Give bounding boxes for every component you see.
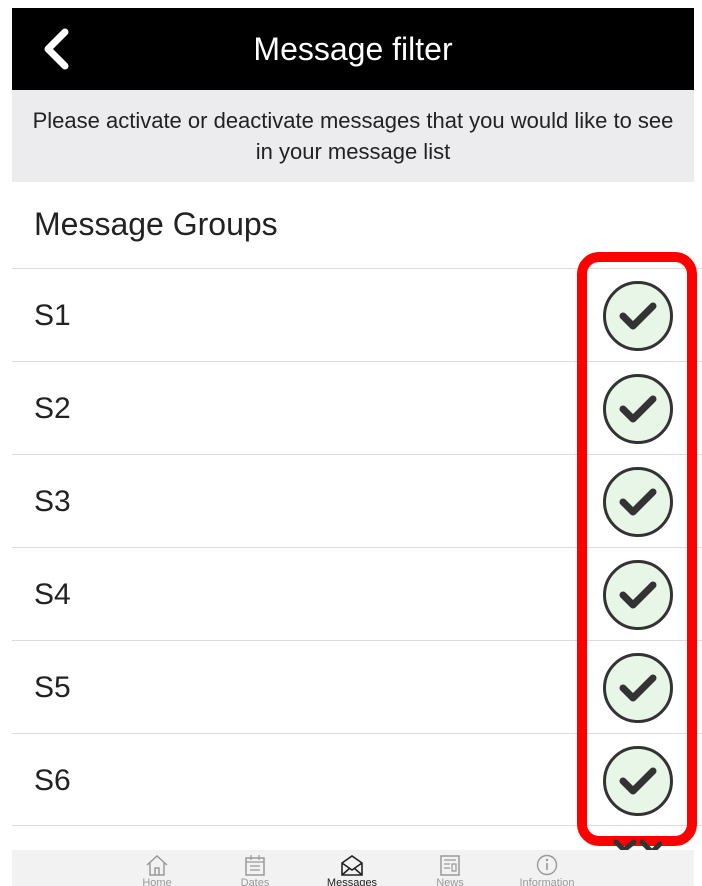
checkmark-icon <box>619 767 657 795</box>
tab-bar: Home Dates Messages News Information <box>12 850 694 886</box>
checkmark-toggle[interactable] <box>603 653 673 723</box>
group-label: S4 <box>34 578 71 611</box>
tab-label: Dates <box>240 877 270 886</box>
info-icon <box>536 854 558 876</box>
checkmark-icon <box>619 488 657 516</box>
list-item[interactable]: S3 <box>12 454 702 547</box>
checkmark-icon <box>619 395 657 423</box>
group-label: S2 <box>34 392 71 425</box>
home-icon <box>146 854 168 876</box>
checkmark-toggle[interactable] <box>603 746 673 816</box>
tab-messages[interactable]: Messages <box>307 854 397 886</box>
tab-dates[interactable]: Dates <box>210 854 300 886</box>
group-label: S5 <box>34 671 71 704</box>
message-group-list: S1 S2 S3 S4 S5 S6 <box>0 268 702 826</box>
section-title: Message Groups <box>34 206 278 242</box>
tab-label: News <box>436 877 464 886</box>
group-label: S3 <box>34 485 71 518</box>
list-item[interactable]: S5 <box>12 640 702 733</box>
envelope-icon <box>341 855 363 876</box>
group-label: S1 <box>34 299 71 332</box>
tab-information[interactable]: Information <box>502 854 592 886</box>
back-button[interactable] <box>36 26 76 72</box>
checkmark-toggle[interactable] <box>603 467 673 537</box>
header-bar: Message filter <box>12 8 694 90</box>
tab-label: Information <box>519 877 575 886</box>
checkmark-toggle[interactable] <box>603 560 673 630</box>
checkmark-toggle[interactable] <box>603 374 673 444</box>
checkmark-icon <box>619 581 657 609</box>
tab-label: Home <box>142 877 172 886</box>
tab-news[interactable]: News <box>405 854 495 886</box>
checkmark-toggle[interactable] <box>603 281 673 351</box>
tab-home[interactable]: Home <box>112 854 202 886</box>
list-item[interactable]: S1 <box>12 268 702 361</box>
calendar-icon <box>245 855 265 876</box>
list-item[interactable]: S2 <box>12 361 702 454</box>
instructions-text: Please activate or deactivate messages t… <box>12 90 694 182</box>
checkmark-icon <box>619 674 657 702</box>
checkmark-icon <box>619 302 657 330</box>
page-title: Message filter <box>253 31 453 67</box>
chevron-left-icon <box>44 28 69 70</box>
newspaper-icon <box>440 855 460 876</box>
list-item[interactable]: S6 <box>12 733 702 826</box>
group-label: S6 <box>34 764 71 797</box>
tab-label: Messages <box>326 877 378 886</box>
list-item[interactable]: S4 <box>12 547 702 640</box>
